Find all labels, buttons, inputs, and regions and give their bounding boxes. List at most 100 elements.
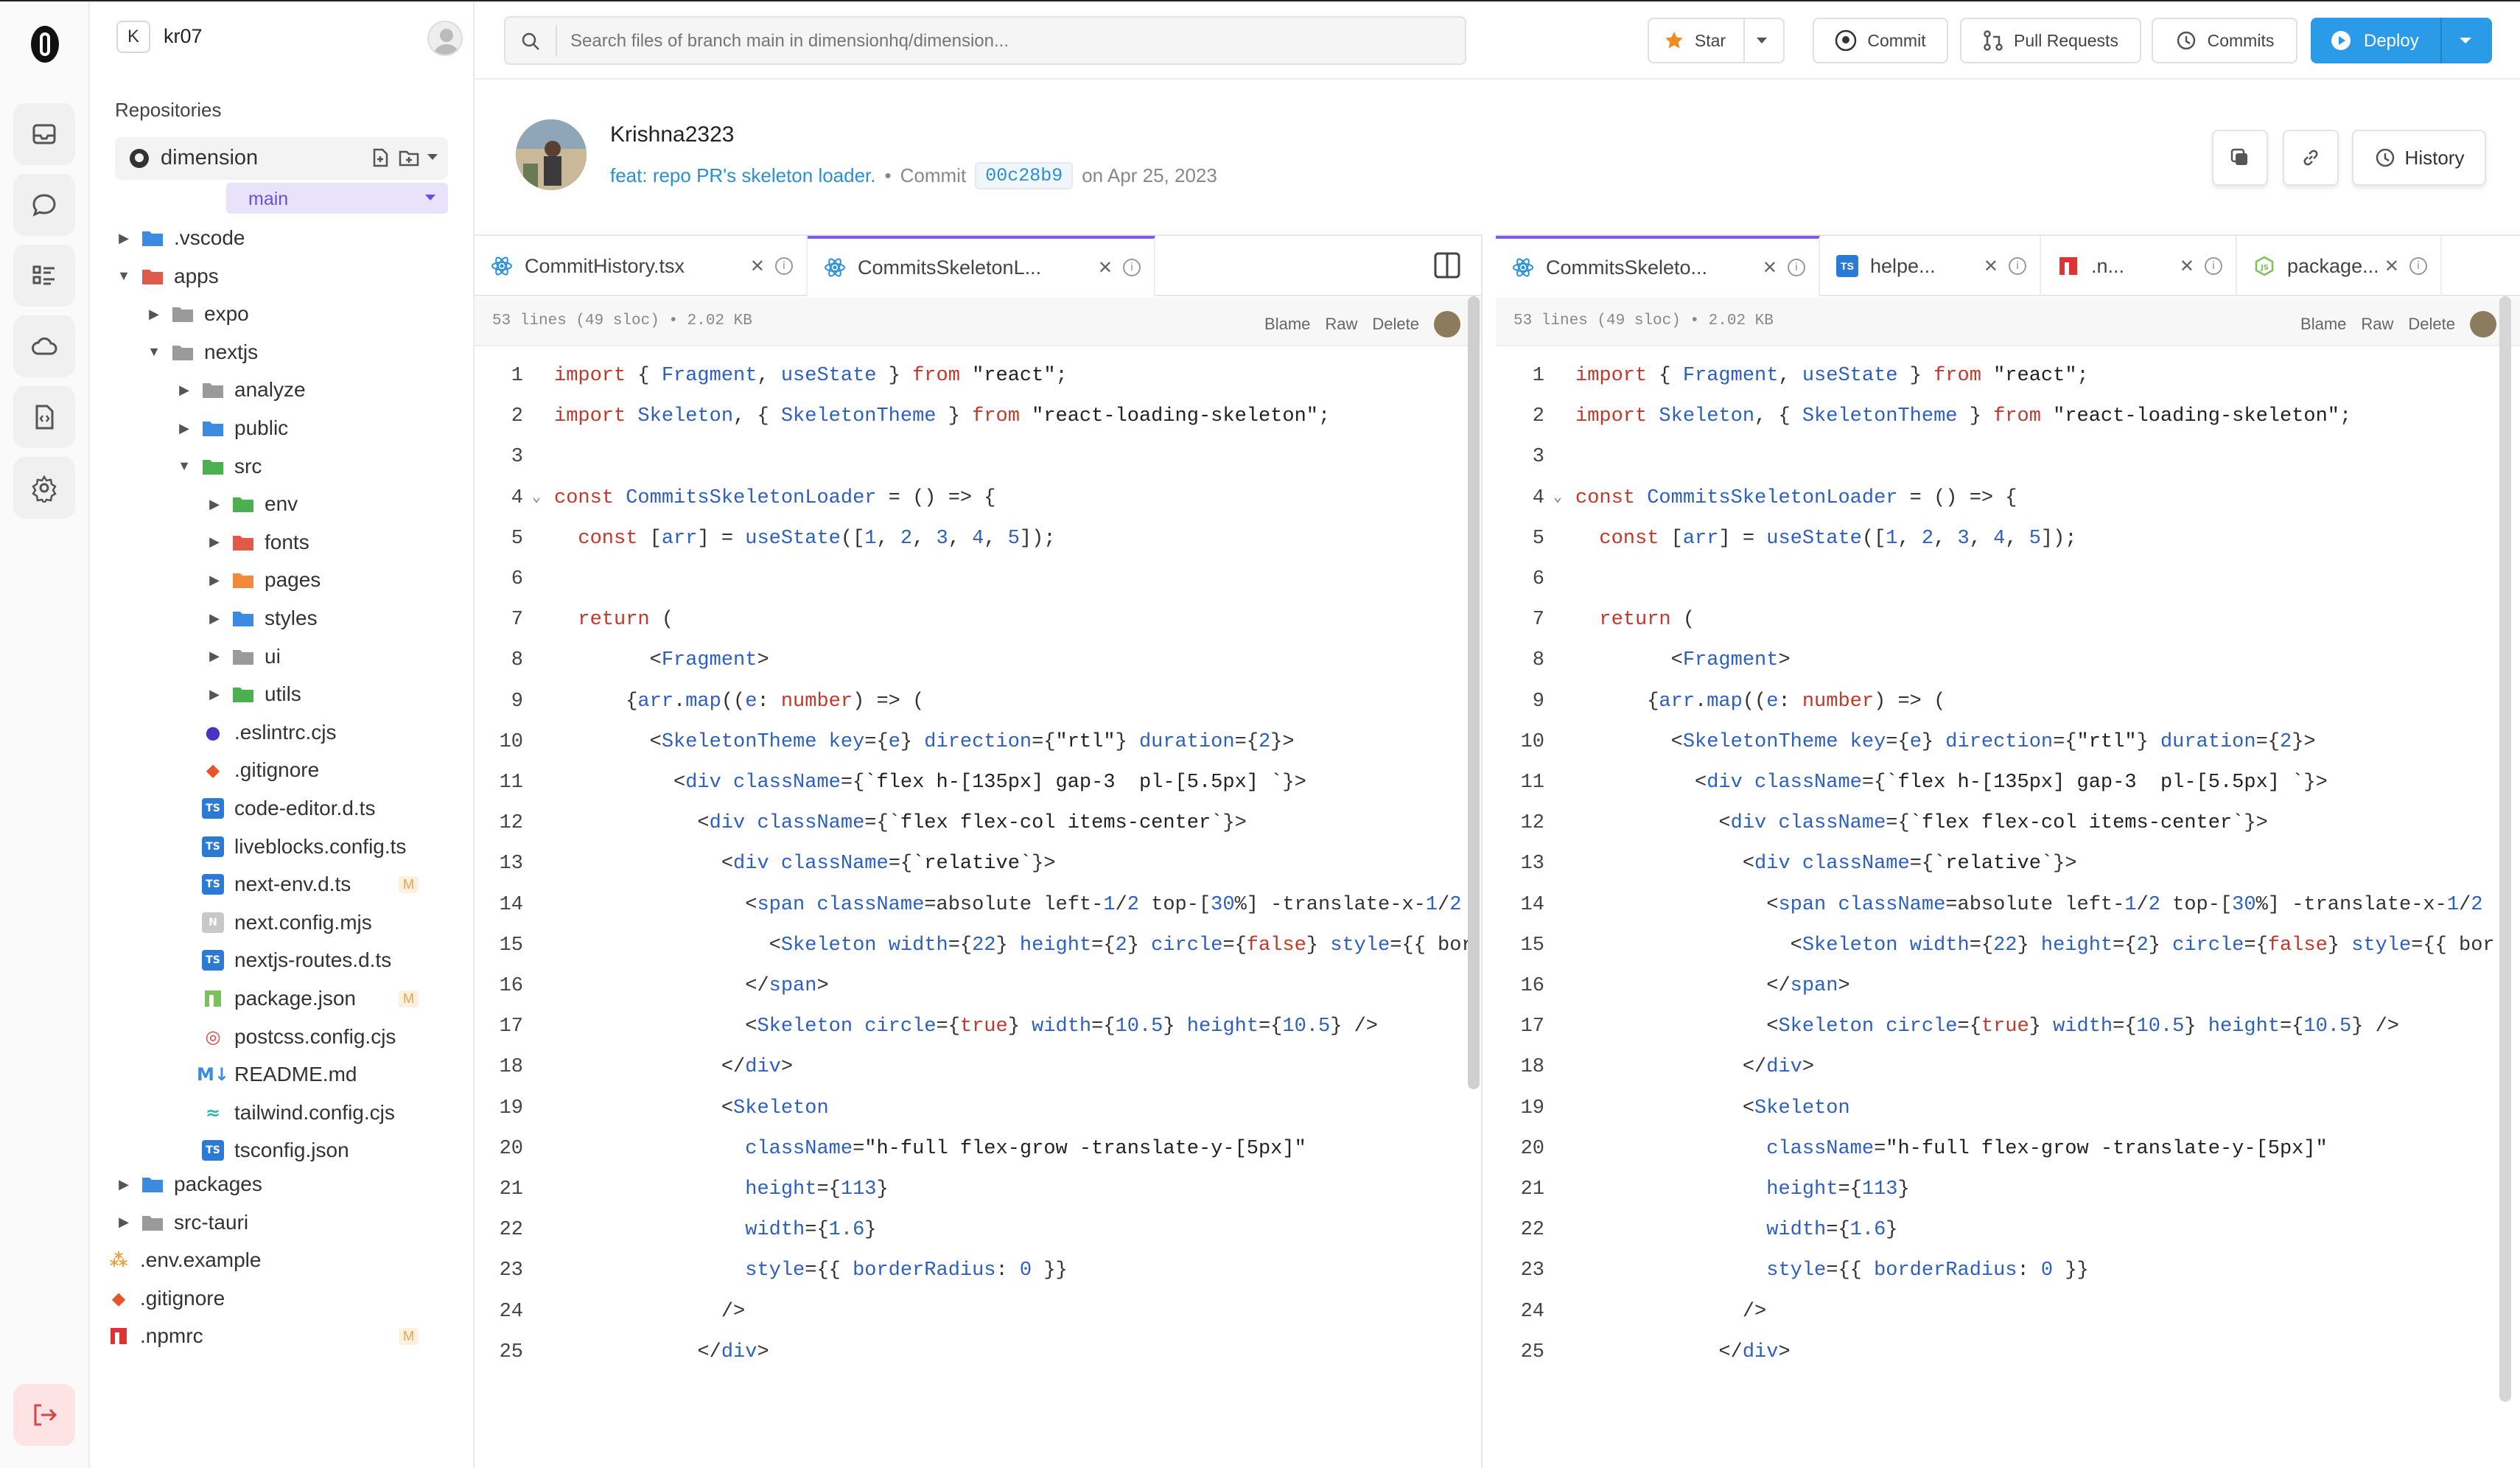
tree-item-file[interactable]: ≈ tailwind.config.cjs (175, 1094, 444, 1131)
commit-hash[interactable]: 00c28b9 (975, 162, 1074, 189)
info-icon[interactable]: i (2409, 257, 2427, 275)
close-icon[interactable]: ✕ (2180, 256, 2194, 277)
new-file-icon[interactable] (370, 147, 391, 168)
chevron-right-icon[interactable]: ▶ (115, 1214, 133, 1230)
chevron-down-icon[interactable]: ▼ (145, 344, 163, 360)
tree-item-file[interactable]: ◆ .gitignore (175, 752, 444, 789)
tree-item-file[interactable]: TS nextjs-routes.d.ts (175, 942, 444, 979)
close-icon[interactable]: ✕ (1763, 257, 1777, 279)
chat-icon[interactable] (13, 174, 75, 236)
chevron-right-icon[interactable]: ▶ (115, 231, 133, 246)
commit-message[interactable]: feat: repo PR's skeleton loader. (610, 164, 876, 187)
tree-item-folder[interactable]: ▶ src-tauri (115, 1204, 444, 1241)
blame-button[interactable]: Blame (1264, 315, 1310, 334)
file-code-icon[interactable] (13, 386, 75, 448)
raw-button[interactable]: Raw (1325, 315, 1357, 334)
chevron-right-icon[interactable]: ▶ (206, 611, 223, 626)
close-icon[interactable]: ✕ (1098, 257, 1113, 279)
cloud-icon[interactable] (13, 315, 75, 377)
tree-item-folder[interactable]: ▼ nextjs (145, 334, 444, 371)
info-icon[interactable]: i (1123, 259, 1141, 276)
tree-item-file[interactable]: TS next-env.d.ts M (175, 866, 444, 903)
chevron-down-icon[interactable] (426, 152, 439, 162)
avatar[interactable] (427, 21, 463, 56)
chevron-right-icon[interactable]: ▶ (206, 649, 223, 664)
tree-item-folder[interactable]: ▶ public (175, 410, 444, 447)
editor-tab[interactable]: JS package... ✕ i (2237, 236, 2442, 296)
chevron-right-icon[interactable]: ▶ (175, 421, 193, 436)
tree-item-file[interactable]: package.json M (175, 980, 444, 1017)
raw-button[interactable]: Raw (2361, 315, 2393, 334)
chevron-down-icon[interactable] (2458, 35, 2473, 46)
code-view[interactable]: 1 import { Fragment, useState } from "rea… (1496, 354, 2520, 1468)
close-icon[interactable]: ✕ (2384, 256, 2399, 277)
tree-item-file[interactable]: TS tsconfig.json (175, 1132, 444, 1169)
tree-item-file[interactable]: ◎ postcss.config.cjs (175, 1018, 444, 1055)
repo-selector[interactable]: dimension (115, 137, 448, 180)
author-avatar[interactable] (516, 119, 587, 190)
fold-chevron-icon[interactable]: ⌄ (532, 476, 541, 520)
deploy-button[interactable]: Deploy (2311, 18, 2492, 63)
inbox-icon[interactable] (13, 103, 75, 165)
chevron-right-icon[interactable]: ▶ (115, 1177, 133, 1192)
editor-tab[interactable]: TS helpe... ✕ i (1820, 236, 2041, 296)
tree-item-file[interactable]: ● .eslintrc.cjs (175, 714, 444, 751)
commit-author[interactable]: Krishna2323 (610, 122, 734, 147)
info-icon[interactable]: i (2205, 257, 2222, 275)
close-icon[interactable]: ✕ (750, 256, 765, 277)
tree-item-folder[interactable]: ▶ .vscode (115, 220, 444, 256)
star-button[interactable]: Star (1648, 18, 1785, 63)
tree-item-file[interactable]: TS code-editor.d.ts (175, 790, 444, 827)
tree-item-folder[interactable]: ▶ expo (145, 296, 444, 332)
tree-item-folder[interactable]: ▶ utils (206, 676, 444, 713)
blame-button[interactable]: Blame (2300, 315, 2346, 334)
tree-item-folder[interactable]: ▶ fonts (206, 524, 444, 561)
tree-item-folder[interactable]: ▼ apps (115, 258, 444, 295)
editor-tab[interactable]: CommitHistory.tsx ✕ i (475, 236, 808, 296)
avatar[interactable] (2470, 311, 2496, 338)
chevron-right-icon[interactable]: ▶ (206, 534, 223, 550)
avatar[interactable] (1434, 311, 1460, 338)
editor-tab[interactable]: .n... ✕ i (2041, 236, 2237, 296)
split-view-icon[interactable] (1432, 251, 1462, 280)
chevron-down-icon[interactable]: ▼ (115, 268, 133, 284)
chevron-right-icon[interactable]: ▶ (206, 573, 223, 588)
fold-chevron-icon[interactable]: ⌄ (1553, 476, 1562, 520)
info-icon[interactable]: i (775, 257, 793, 275)
close-icon[interactable]: ✕ (1984, 256, 1998, 277)
info-icon[interactable]: i (2009, 257, 2026, 275)
vertical-scrollbar[interactable] (1468, 296, 1480, 1089)
tree-item-folder[interactable]: ▼ src (175, 448, 444, 485)
tree-item-file[interactable]: TS liveblocks.config.ts (175, 828, 444, 865)
editor-tab[interactable]: CommitsSkeleto... ✕ i (1496, 236, 1820, 296)
branch-selector[interactable]: main (226, 183, 448, 214)
copy-button[interactable] (2212, 130, 2268, 186)
new-folder-icon[interactable] (398, 147, 420, 168)
tree-item-file[interactable]: ⁂ .env.example (108, 1242, 444, 1279)
link-button[interactable] (2283, 130, 2339, 186)
tree-item-folder[interactable]: ▶ packages (115, 1166, 444, 1203)
search-input[interactable] (570, 27, 1440, 56)
tree-item-file[interactable]: Nnext.config.mjs (175, 904, 444, 941)
code-view[interactable]: 1 import { Fragment, useState } from "rea… (475, 354, 1481, 1468)
editor-tab[interactable]: CommitsSkeletonL... ✕ i (808, 236, 1155, 296)
delete-button[interactable]: Delete (2408, 315, 2455, 334)
user-row[interactable]: K kr07 (116, 21, 463, 56)
logout-icon[interactable] (13, 1384, 75, 1446)
tree-item-folder[interactable]: ▶ env (206, 486, 444, 522)
pull-requests-button[interactable]: Pull Requests (1960, 18, 2141, 63)
tree-item-folder[interactable]: ▶ analyze (175, 371, 444, 408)
commits-button[interactable]: Commits (2152, 18, 2297, 63)
tree-item-folder[interactable]: ▶ pages (206, 562, 444, 598)
tree-item-file[interactable]: ◆ .gitignore (108, 1280, 444, 1317)
info-icon[interactable]: i (1788, 259, 1805, 276)
tasks-icon[interactable] (13, 245, 75, 307)
search-box[interactable] (504, 16, 1466, 65)
history-button[interactable]: History (2352, 130, 2486, 186)
chevron-right-icon[interactable]: ▶ (206, 497, 223, 512)
tree-item-folder[interactable]: ▶ ui (206, 638, 444, 675)
vertical-scrollbar[interactable] (2499, 296, 2511, 1402)
chevron-right-icon[interactable]: ▶ (175, 382, 193, 398)
delete-button[interactable]: Delete (1372, 315, 1419, 334)
tree-item-file[interactable]: .npmrc M (108, 1318, 444, 1355)
